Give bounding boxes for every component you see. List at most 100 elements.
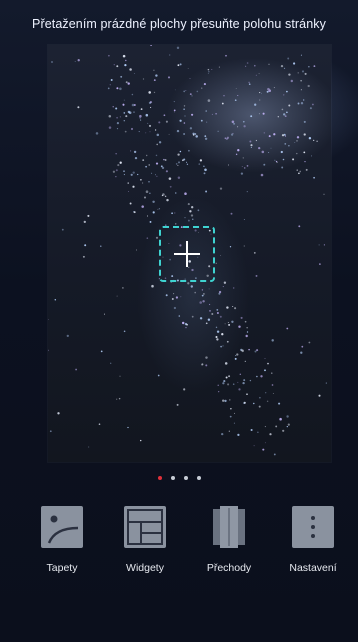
star-dot — [273, 87, 275, 89]
star-dot — [140, 108, 143, 110]
star-dot — [259, 99, 261, 101]
star-dot — [229, 246, 232, 248]
star-dot — [246, 331, 249, 333]
star-dot — [190, 285, 193, 288]
star-dot — [233, 122, 236, 125]
star-dot — [241, 166, 243, 167]
star-dot — [236, 353, 239, 356]
star-dot — [123, 173, 125, 176]
star-dot — [124, 130, 127, 133]
star-dot — [250, 146, 252, 148]
star-dot — [263, 132, 265, 134]
star-dot — [165, 170, 168, 173]
star-dot — [54, 299, 57, 301]
star-dot — [316, 140, 318, 142]
star-dot — [255, 139, 258, 142]
star-dot — [205, 322, 208, 325]
star-dot — [271, 384, 274, 386]
star-dot — [133, 103, 136, 107]
star-dot — [133, 111, 135, 114]
star-dot — [197, 209, 200, 212]
star-dot — [311, 155, 313, 157]
star-dot — [146, 215, 149, 217]
star-dot — [199, 159, 203, 162]
star-dot — [141, 205, 144, 208]
star-dot — [224, 137, 226, 139]
star-dot — [149, 192, 151, 194]
star-dot — [284, 135, 287, 137]
star-dot — [179, 150, 182, 153]
star-dot — [281, 108, 284, 111]
star-dot — [187, 219, 190, 222]
star-dot — [120, 75, 123, 78]
star-dot — [217, 130, 219, 132]
star-dot — [286, 415, 289, 418]
star-dot — [288, 73, 291, 76]
star-dot — [171, 298, 174, 300]
star-dot — [246, 191, 248, 193]
star-dot — [203, 293, 205, 295]
star-dot — [248, 348, 250, 351]
star-dot — [165, 120, 168, 123]
star-dot — [260, 375, 263, 378]
star-dot — [134, 156, 138, 160]
star-dot — [125, 115, 128, 118]
star-dot — [119, 161, 122, 164]
star-dot — [218, 290, 222, 294]
star-dot — [281, 166, 284, 169]
star-dot — [196, 90, 199, 93]
star-dot — [150, 106, 152, 109]
star-dot — [226, 136, 230, 139]
star-dot — [312, 103, 314, 106]
star-dot — [303, 99, 305, 101]
star-dot — [253, 402, 255, 405]
star-dot — [254, 64, 256, 67]
star-dot — [224, 362, 228, 365]
star-dot — [222, 399, 225, 402]
star-dot — [186, 323, 188, 326]
transitions-icon — [208, 506, 250, 548]
star-dot — [294, 142, 296, 143]
star-dot — [123, 99, 125, 101]
star-dot — [264, 442, 266, 444]
star-dot — [183, 122, 186, 124]
wallpapers-button[interactable]: Tapety — [27, 506, 97, 574]
star-dot — [207, 99, 211, 102]
star-dot — [219, 187, 223, 190]
star-dot — [157, 374, 160, 377]
star-dot — [266, 400, 269, 403]
star-dot — [127, 82, 130, 85]
star-dot — [305, 168, 308, 171]
star-dot — [119, 87, 122, 91]
transitions-button[interactable]: Přechody — [194, 506, 264, 574]
settings-button[interactable]: Nastavení — [278, 506, 348, 574]
star-dot — [325, 382, 327, 384]
star-dot — [211, 69, 213, 71]
star-dot — [226, 340, 229, 343]
star-dot — [110, 79, 113, 81]
star-dot — [278, 402, 281, 405]
star-dot — [261, 92, 262, 94]
star-dot — [115, 169, 118, 172]
star-dot — [257, 431, 259, 433]
widgets-button[interactable]: Widgety — [110, 506, 180, 574]
star-dot — [205, 356, 208, 359]
star-dot — [307, 84, 310, 88]
star-dot — [145, 132, 147, 134]
star-dot — [199, 301, 202, 304]
star-dot — [228, 323, 231, 326]
star-dot — [243, 125, 246, 128]
star-dot — [148, 91, 151, 94]
star-dot — [253, 445, 255, 447]
star-dot — [203, 172, 206, 175]
star-dot — [254, 103, 257, 106]
star-dot — [224, 399, 227, 403]
star-dot — [221, 432, 224, 436]
star-dot — [145, 165, 147, 168]
add-page-button[interactable] — [159, 226, 215, 282]
star-dot — [221, 102, 224, 105]
star-dot — [164, 159, 167, 161]
star-dot — [211, 313, 214, 315]
star-dot — [139, 114, 142, 118]
star-dot — [205, 110, 207, 112]
